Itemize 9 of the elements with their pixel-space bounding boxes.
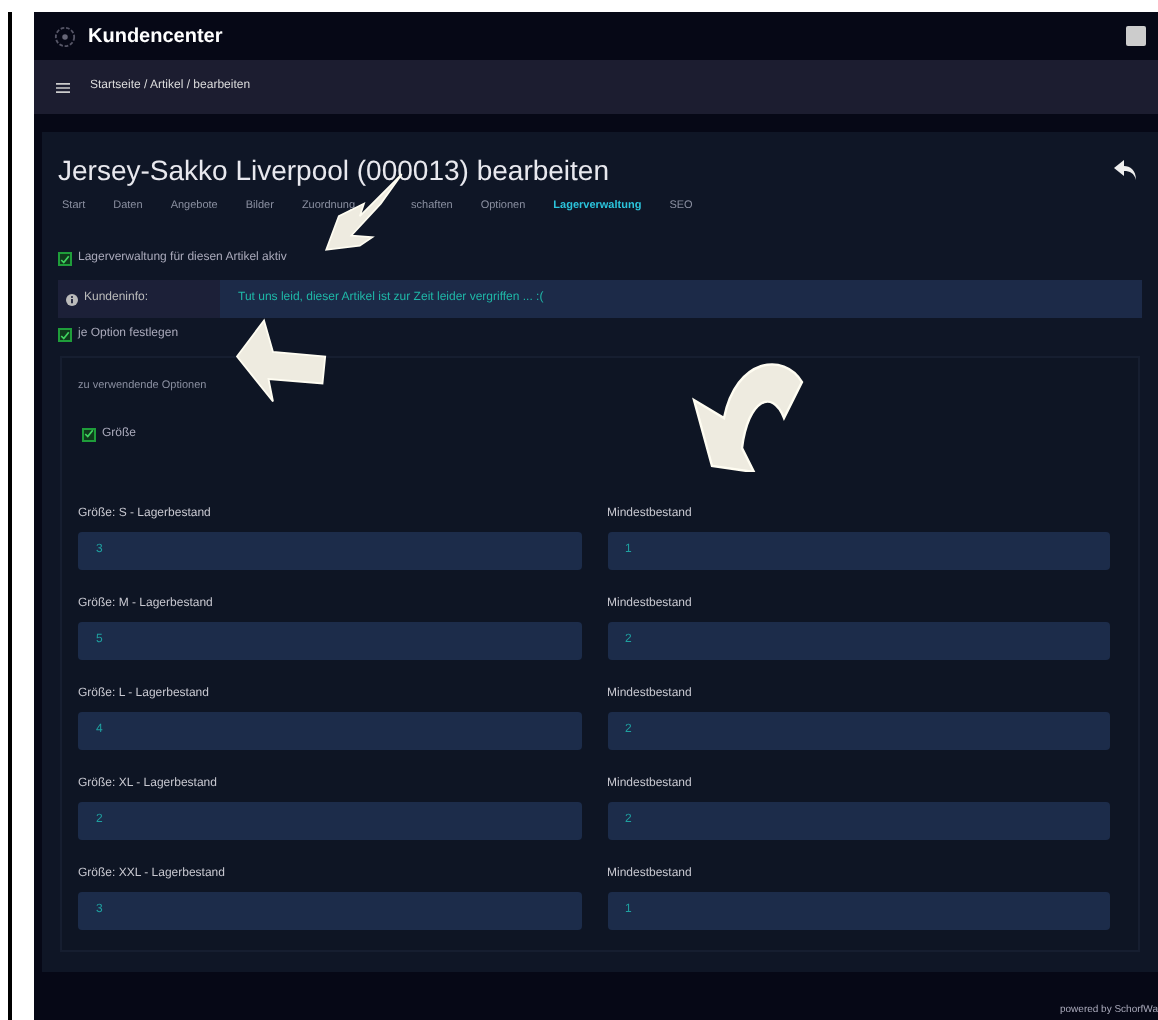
checkbox[interactable] — [58, 328, 72, 343]
logo-icon — [54, 25, 76, 47]
info-icon — [66, 293, 78, 306]
page-title: Jersey-Sakko Liverpool (000013) bearbeiten — [58, 152, 609, 188]
menu-icon[interactable] — [56, 81, 70, 93]
app-title: Kundencenter — [88, 23, 223, 51]
back-arrow-icon[interactable] — [1114, 160, 1138, 180]
checkbox[interactable] — [58, 252, 72, 267]
checkbox[interactable] — [82, 427, 96, 441]
